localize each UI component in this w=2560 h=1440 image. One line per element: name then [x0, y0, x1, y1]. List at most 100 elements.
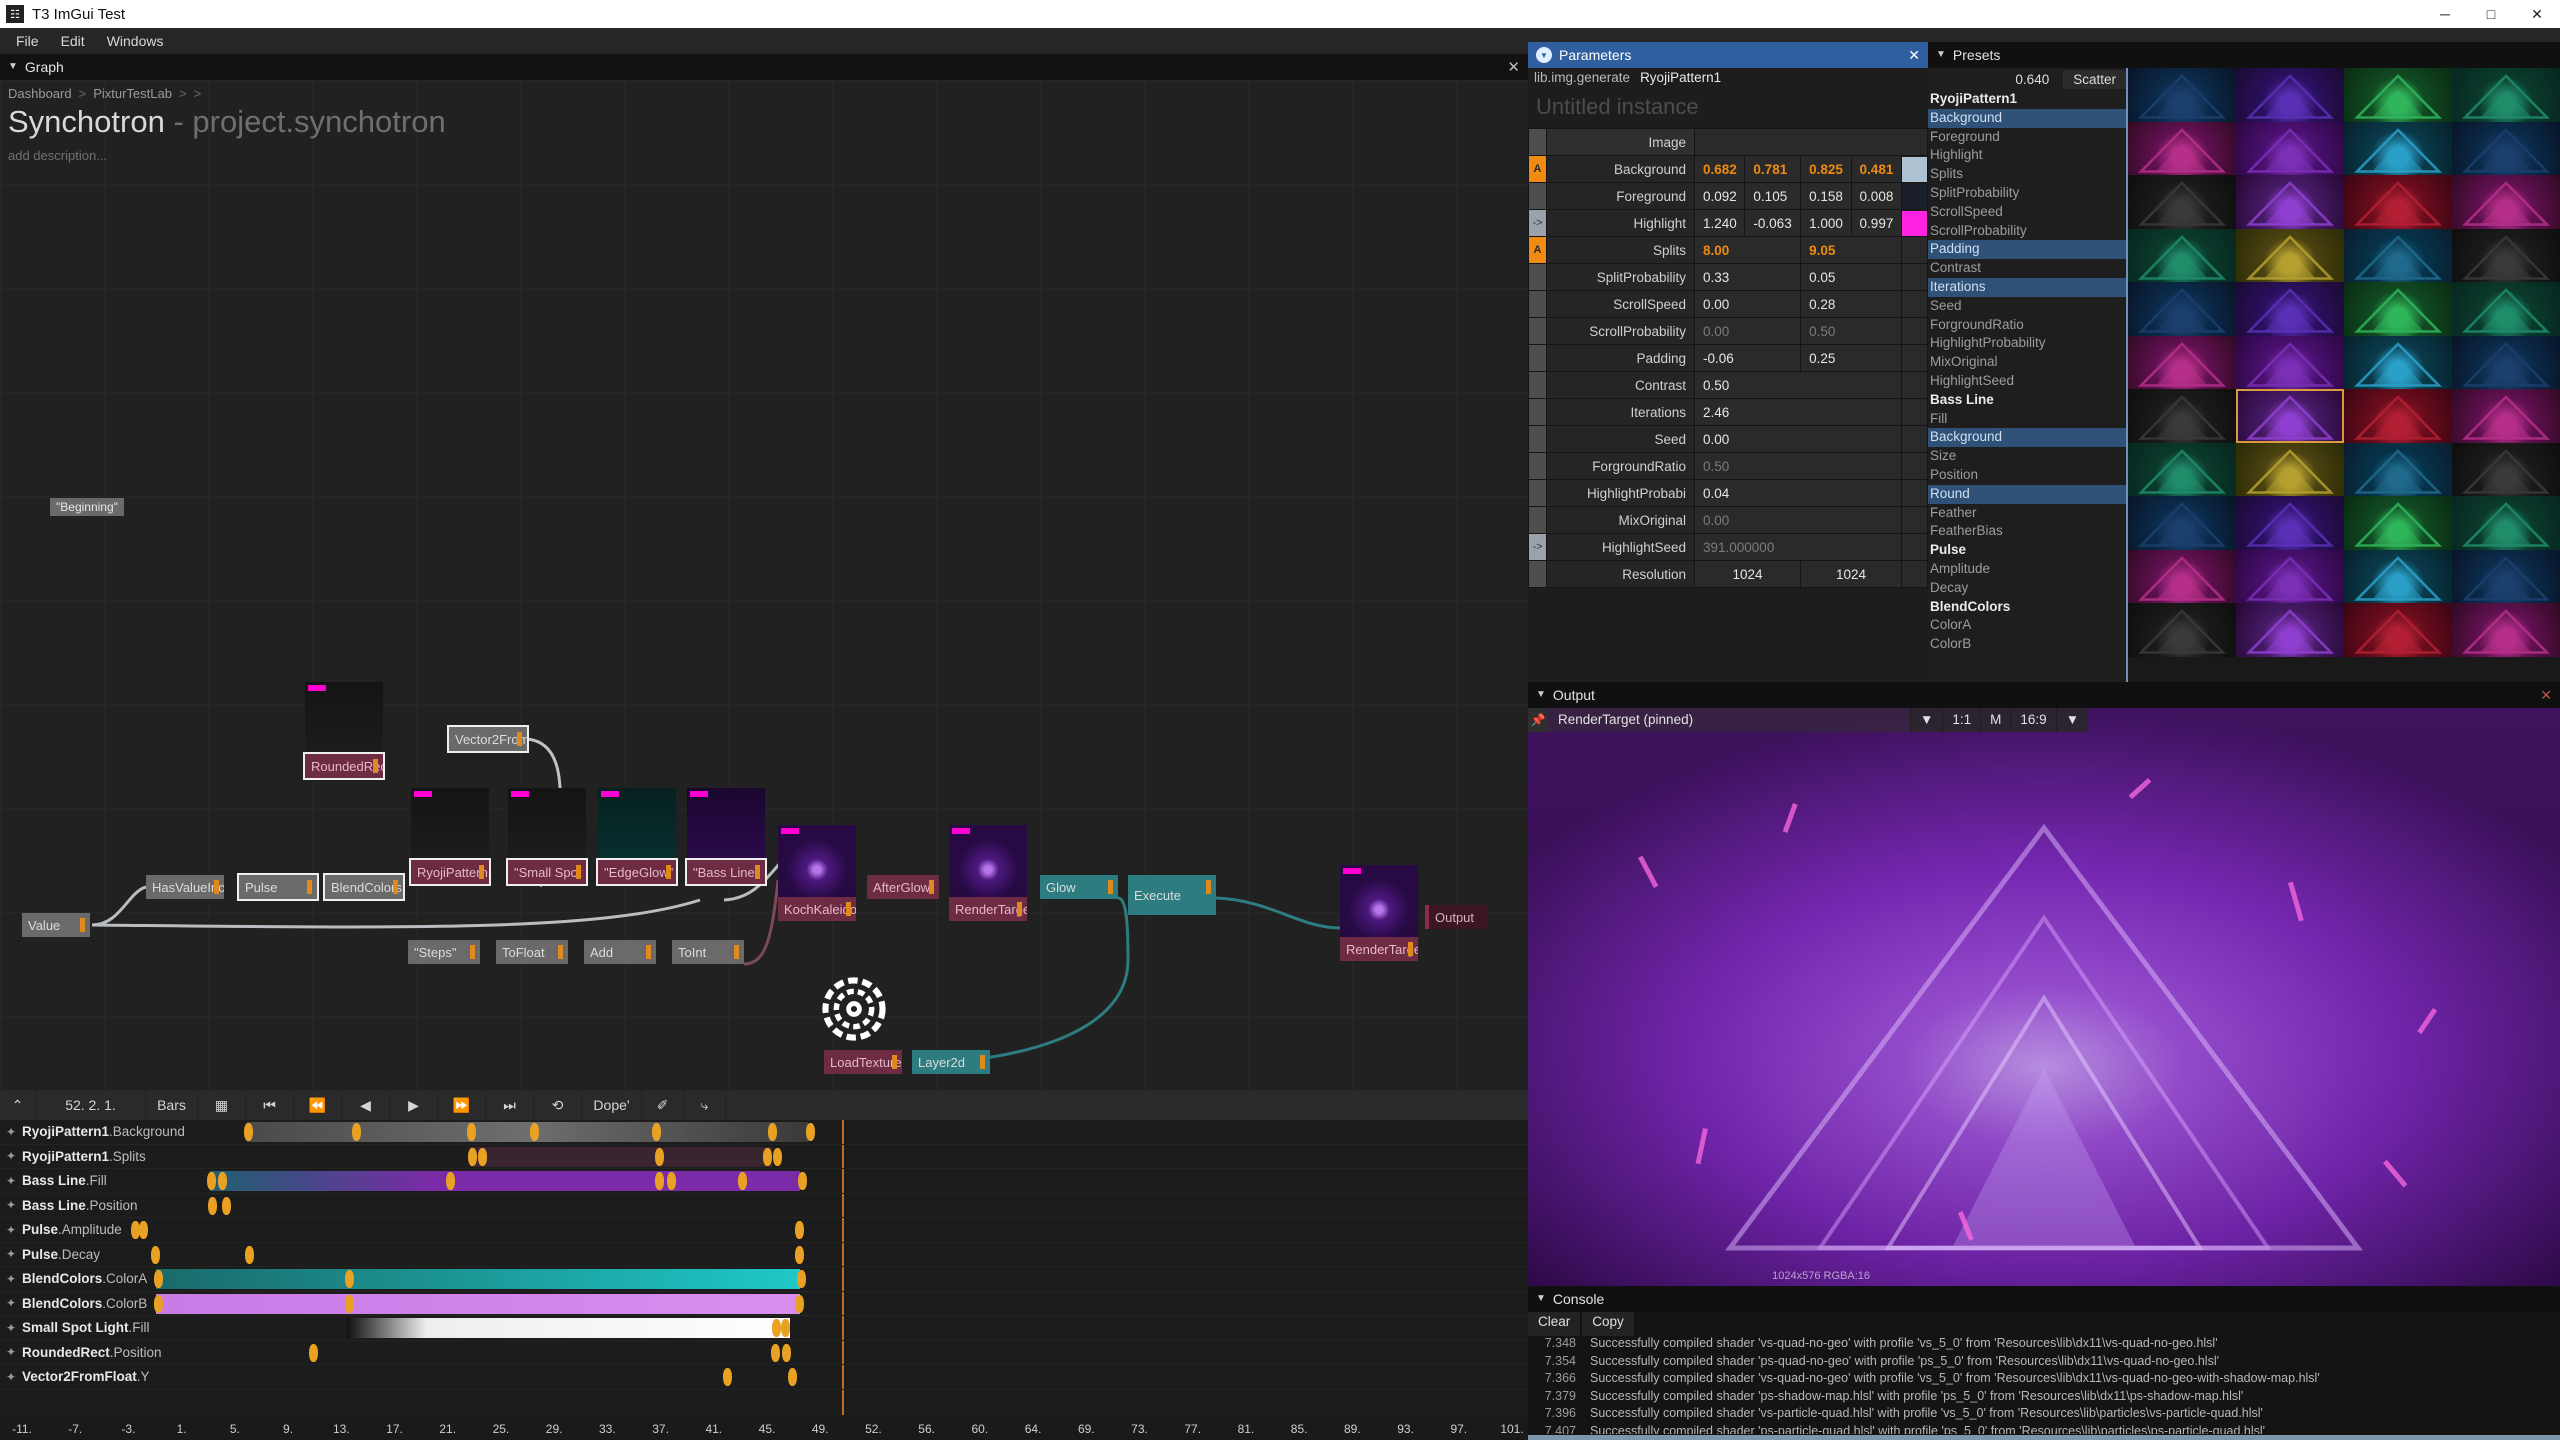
animated-marker[interactable]: A	[1528, 155, 1547, 183]
preset-thumbnail[interactable]	[2452, 496, 2560, 550]
graph-node[interactable]: "Steps"	[408, 940, 480, 964]
close-button[interactable]: ✕	[2514, 0, 2560, 28]
graph-node[interactable]: RoundedRect	[303, 682, 385, 780]
graph-node[interactable]: RenderTarget	[1340, 865, 1418, 961]
graph-node[interactable]: KochKaleidosk	[778, 825, 856, 921]
keyframe[interactable]	[154, 1294, 163, 1313]
parameter-value[interactable]: 0.781	[1744, 155, 1802, 183]
preset-parameter-item[interactable]: ScrollSpeed	[1928, 203, 2126, 222]
parameter-row[interactable]: -> Highlight 1.240 -0.063 1.000 0.997	[1528, 209, 1928, 237]
preset-thumbnail[interactable]	[2344, 282, 2452, 336]
keyframe[interactable]	[667, 1172, 676, 1190]
parameter-value[interactable]: 0.04	[1694, 479, 1902, 507]
keyframe[interactable]	[218, 1172, 227, 1190]
parameter-row[interactable]: MixOriginal 0.00	[1528, 506, 1928, 534]
parameter-marker[interactable]	[1528, 290, 1547, 318]
timeline-row[interactable]: ✦ Pulse.Amplitude	[0, 1218, 1528, 1243]
node-output-pin[interactable]	[214, 880, 219, 894]
color-swatch[interactable]	[1902, 210, 1927, 236]
preset-parameter-item[interactable]: Splits	[1928, 165, 2126, 184]
node-body[interactable]: Output	[1425, 905, 1487, 929]
aspect-dropdown-icon[interactable]: ▼	[2055, 708, 2089, 732]
parameter-value[interactable]: 0.682	[1693, 155, 1746, 183]
parameter-row[interactable]: Foreground 0.092 0.105 0.158 0.008	[1528, 182, 1928, 210]
color-swatch[interactable]	[1902, 156, 1927, 182]
keyframe[interactable]	[207, 1172, 216, 1190]
parameter-row[interactable]: Padding -0.06 0.25	[1528, 344, 1928, 372]
timeline-track[interactable]	[0, 1169, 1528, 1193]
keyframe[interactable]	[782, 1343, 791, 1362]
parameter-value[interactable]: 0.825	[1800, 155, 1852, 183]
preset-parameter-item[interactable]: Padding	[1928, 240, 2126, 260]
parameter-value[interactable]: 0.092	[1693, 182, 1746, 210]
preset-thumbnail[interactable]	[2128, 442, 2236, 496]
keyframe[interactable]	[723, 1368, 732, 1386]
preset-thumbnail[interactable]	[2344, 603, 2452, 657]
preset-thumbnail[interactable]	[2452, 228, 2560, 282]
keyframe[interactable]	[478, 1147, 487, 1166]
parameter-value[interactable]: 8.00	[1693, 236, 1802, 264]
timeline-track[interactable]	[0, 1292, 1528, 1316]
graph-node[interactable]: Add	[584, 940, 656, 964]
color-swatch[interactable]	[1902, 183, 1927, 209]
clear-button[interactable]: Clear	[1528, 1312, 1581, 1336]
timeline-rows[interactable]: ✦ RyojiPattern1.Background ✦ RyojiPattern1.…	[0, 1120, 1528, 1415]
keyframe[interactable]	[245, 1245, 254, 1264]
parameter-value[interactable]: 0.00	[1693, 317, 1802, 345]
keyframe[interactable]	[468, 1147, 477, 1166]
keyframe[interactable]	[352, 1123, 361, 1141]
parameter-row[interactable]: ForgroundRatio 0.50	[1528, 452, 1928, 480]
preset-parameter-item[interactable]: Round	[1928, 484, 2126, 504]
node-output-pin[interactable]	[576, 865, 581, 879]
keyframe[interactable]	[788, 1368, 797, 1386]
parameter-value[interactable]: 0.05	[1800, 263, 1902, 291]
parameter-marker[interactable]	[1528, 263, 1547, 291]
output-close-icon[interactable]: ✕	[2540, 687, 2552, 704]
keyframe[interactable]	[738, 1172, 747, 1190]
node-output-pin[interactable]	[646, 945, 651, 959]
preset-thumbnail[interactable]	[2236, 549, 2344, 603]
graph-node[interactable]: ToFloat	[496, 940, 568, 964]
parameter-row[interactable]: Image	[1528, 128, 1928, 156]
parameter-row[interactable]: -> HighlightSeed 391.000000	[1528, 533, 1928, 561]
preset-parameter-item[interactable]: Background	[1928, 108, 2126, 128]
preset-thumbnail[interactable]	[2344, 442, 2452, 496]
timeline-row[interactable]: ✦ BlendColors.ColorA	[0, 1267, 1528, 1292]
node-body[interactable]: Layer2d	[912, 1050, 990, 1074]
parameter-value[interactable]: 0.481	[1850, 155, 1903, 183]
keyframe[interactable]	[151, 1245, 160, 1264]
timeline-track[interactable]	[0, 1243, 1528, 1267]
zoom-1-1-button[interactable]: 1:1	[1942, 708, 1981, 732]
node-body[interactable]: Execute	[1128, 875, 1216, 915]
preset-thumbnail[interactable]	[2344, 496, 2452, 550]
graph-node[interactable]: AfterGlow	[867, 875, 939, 899]
animated-marker[interactable]: A	[1528, 236, 1547, 264]
keyframe[interactable]	[798, 1172, 807, 1190]
preset-parameter-item[interactable]: FeatherBias	[1928, 522, 2126, 541]
timeline-row[interactable]: ✦ Small Spot Light.Fill	[0, 1316, 1528, 1341]
node-body[interactable]: BlendColors	[323, 873, 405, 901]
preset-parameter-item[interactable]: Amplitude	[1928, 560, 2126, 579]
node-body[interactable]: Pulse	[237, 873, 319, 901]
preset-thumbnail[interactable]	[2452, 175, 2560, 229]
jump-start-icon[interactable]: ⏮	[246, 1090, 294, 1120]
parameter-value[interactable]: 1.000	[1800, 209, 1852, 237]
parameter-row[interactable]: ScrollSpeed 0.00 0.28	[1528, 290, 1928, 318]
node-body[interactable]: Vector2FromFl	[447, 725, 529, 753]
parameter-value[interactable]: -0.06	[1693, 344, 1802, 372]
graph-node[interactable]: RyojiPattern1	[409, 788, 491, 886]
keyframe[interactable]	[222, 1196, 231, 1215]
pin-icon[interactable]: 📌	[1528, 708, 1548, 732]
keyframe[interactable]	[781, 1319, 790, 1337]
graph-node[interactable]: Value	[22, 913, 90, 937]
parameter-marker[interactable]	[1528, 344, 1547, 372]
parameter-value[interactable]: 391.000000	[1694, 533, 1902, 561]
color-swatch-cell[interactable]	[1901, 155, 1928, 183]
node-output-pin[interactable]	[846, 902, 851, 916]
copy-button[interactable]: Copy	[1582, 1312, 1634, 1336]
timeline-row[interactable]: ✦ Pulse.Decay	[0, 1243, 1528, 1267]
graph-node[interactable]: Layer2d	[912, 1050, 990, 1074]
graph-close-icon[interactable]: ✕	[1507, 58, 1520, 76]
breadcrumb-item[interactable]: Dashboard	[8, 86, 72, 101]
parameter-row[interactable]: Contrast 0.50	[1528, 371, 1928, 399]
